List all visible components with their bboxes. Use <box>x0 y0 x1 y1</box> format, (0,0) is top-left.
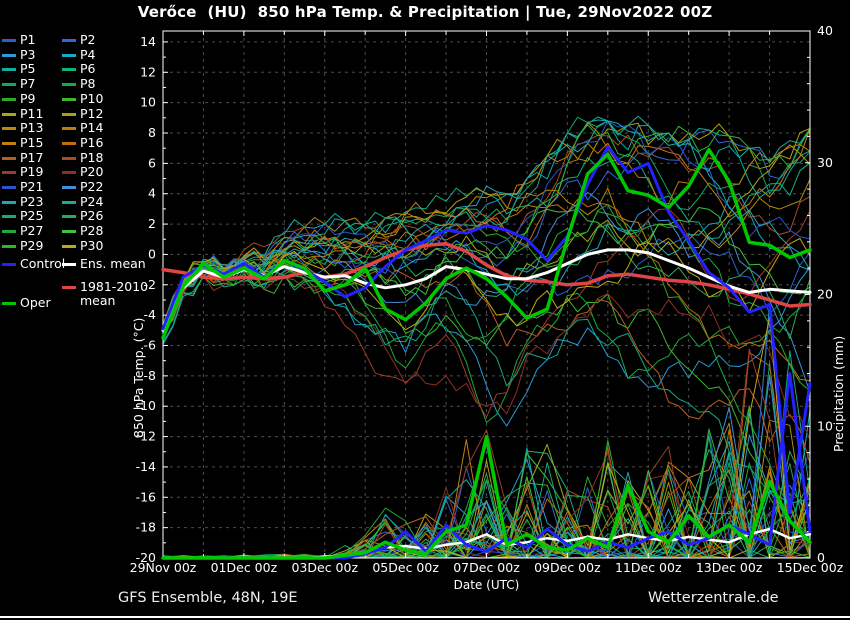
y-left-tick-label: -18 <box>136 520 156 535</box>
footer-model-info: GFS Ensemble, 48N, 19E <box>118 590 298 606</box>
y-left-tick-label: 0 <box>148 246 156 261</box>
y-left-tick-label: 10 <box>140 95 156 110</box>
x-tick-label: 15Dec 00z <box>777 560 844 575</box>
y-right-tick-label: 20 <box>817 287 833 302</box>
x-tick-label: 05Dec 00z <box>372 560 439 575</box>
bottom-divider <box>0 616 850 618</box>
y-left-tick-label: 2 <box>148 216 156 231</box>
y-right-tick-label: 30 <box>817 155 833 170</box>
y-axis-right-label: Precipitation (mm) <box>831 336 846 452</box>
ensemble-member-precip-line <box>163 478 810 558</box>
y-left-tick-label: 4 <box>148 186 156 201</box>
y-left-tick-label: -14 <box>136 459 156 474</box>
x-tick-label: 09Dec 00z <box>534 560 601 575</box>
y-left-tick-label: -16 <box>136 489 156 504</box>
y-left-tick-label: 14 <box>140 34 156 49</box>
chart-plot: 29Nov 00z01Dec 00z03Dec 00z05Dec 00z07De… <box>0 0 850 620</box>
footer-site-name: Wetterzentrale.de <box>648 590 779 606</box>
x-tick-label: 11Dec 00z <box>615 560 682 575</box>
y-left-tick-label: 8 <box>148 125 156 140</box>
y-right-tick-label: 0 <box>817 550 825 565</box>
y-axis-left-label: 850 hPa Temp. (°C) <box>131 318 146 438</box>
y-left-tick-label: -20 <box>136 550 156 565</box>
ensemble-member-precip-line <box>163 477 810 558</box>
y-left-tick-label: 6 <box>148 155 156 170</box>
x-tick-label: 03Dec 00z <box>291 560 358 575</box>
y-left-tick-label: -2 <box>144 277 156 292</box>
y-right-tick-label: 40 <box>817 23 833 38</box>
x-tick-label: 01Dec 00z <box>211 560 278 575</box>
y-left-tick-label: 12 <box>140 64 156 79</box>
x-tick-label: 13Dec 00z <box>696 560 763 575</box>
x-tick-label: 07Dec 00z <box>453 560 520 575</box>
meteogram-page: Verőce (HU) 850 hPa Temp. & Precipitatio… <box>0 0 850 620</box>
